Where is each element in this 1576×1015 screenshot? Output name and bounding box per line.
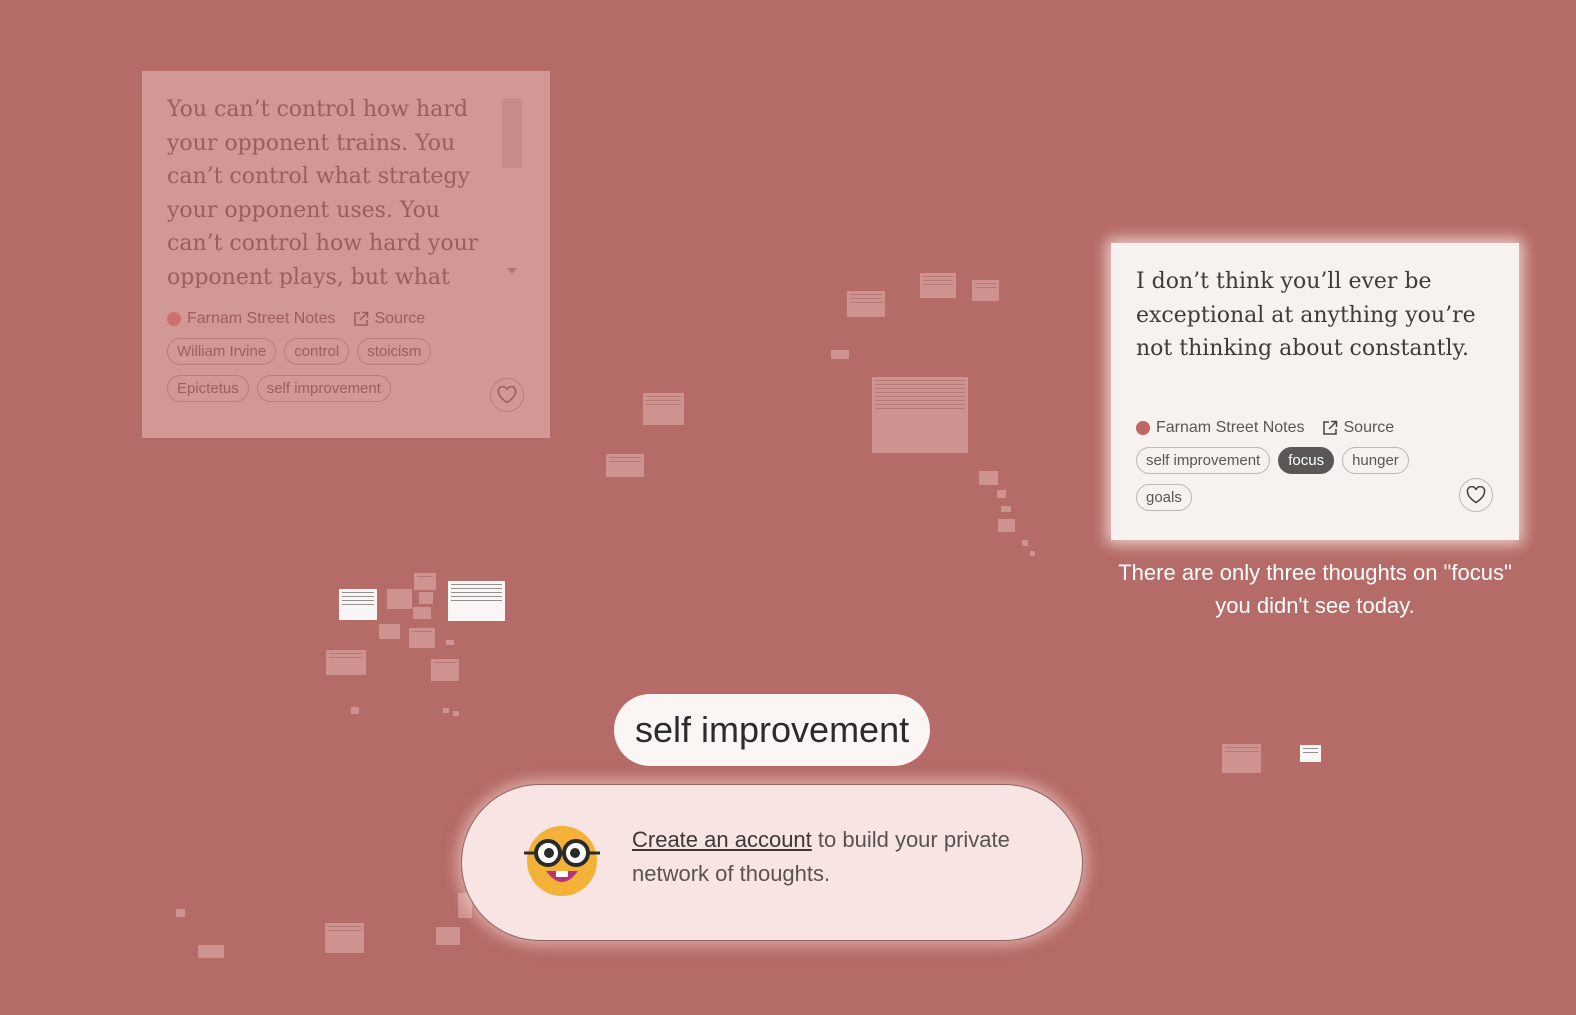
mini-thought[interactable] bbox=[847, 291, 885, 317]
source-link[interactable]: Source bbox=[1344, 419, 1395, 437]
mini-thought[interactable] bbox=[1001, 506, 1011, 512]
mini-thought[interactable] bbox=[413, 607, 431, 619]
tag-list: self improvement focus hunger goals bbox=[1136, 447, 1456, 521]
mini-thought[interactable] bbox=[448, 581, 505, 621]
mini-thought[interactable] bbox=[998, 519, 1015, 532]
tag-chip-selected[interactable]: focus bbox=[1278, 447, 1335, 474]
source-name[interactable]: Farnam Street Notes bbox=[1156, 419, 1305, 437]
mini-thought[interactable] bbox=[326, 650, 366, 675]
tag-chip[interactable]: stoicism bbox=[357, 338, 432, 365]
mini-thought[interactable] bbox=[920, 273, 956, 298]
source-dot-icon bbox=[1136, 421, 1150, 435]
mini-thought[interactable] bbox=[979, 471, 998, 485]
mini-thought[interactable] bbox=[1300, 745, 1321, 762]
tag-chip[interactable]: hunger bbox=[1342, 447, 1409, 474]
scrollbar-thumb[interactable] bbox=[502, 98, 522, 168]
mini-thought[interactable] bbox=[198, 945, 224, 958]
mini-thought[interactable] bbox=[431, 659, 459, 681]
source-link[interactable]: Source bbox=[375, 310, 426, 328]
tag-chip[interactable]: William Irvine bbox=[167, 338, 277, 365]
thought-meta: Farnam Street Notes Source bbox=[167, 310, 525, 328]
thought-quote: I don’t think you’ll ever be exceptional… bbox=[1136, 269, 1476, 361]
mini-thought[interactable] bbox=[436, 927, 460, 945]
external-link-icon[interactable] bbox=[1322, 420, 1338, 436]
thought-card-active[interactable]: I don’t think you’ll ever be exceptional… bbox=[1111, 243, 1519, 540]
mini-thought[interactable] bbox=[453, 711, 459, 716]
nerd-face-icon bbox=[522, 823, 602, 904]
mini-thought[interactable] bbox=[1022, 540, 1028, 546]
signup-banner: Create an account to build your private … bbox=[461, 784, 1083, 941]
mini-thought[interactable] bbox=[443, 708, 449, 713]
mini-thought[interactable] bbox=[972, 280, 999, 301]
mini-thought[interactable] bbox=[351, 707, 359, 714]
mini-thought[interactable] bbox=[325, 923, 364, 953]
mini-thought[interactable] bbox=[1030, 551, 1035, 556]
like-button[interactable] bbox=[490, 378, 524, 412]
tag-list: William Irvine control stoicism Epictetu… bbox=[167, 338, 487, 412]
source-dot-icon bbox=[167, 312, 181, 326]
thought-meta: Farnam Street Notes Source bbox=[1136, 419, 1494, 437]
source-name[interactable]: Farnam Street Notes bbox=[187, 310, 336, 328]
remaining-thoughts-notice: There are only three thoughts on "focus"… bbox=[1118, 560, 1512, 618]
quote-scrollbar[interactable] bbox=[502, 98, 522, 276]
mini-thought[interactable] bbox=[997, 490, 1006, 498]
mini-thought[interactable] bbox=[379, 624, 400, 639]
mini-thought[interactable] bbox=[176, 909, 185, 917]
heart-icon bbox=[497, 386, 517, 404]
scroll-down-arrow-icon[interactable] bbox=[507, 268, 517, 274]
tag-chip[interactable]: self improvement bbox=[256, 375, 391, 402]
mini-thought[interactable] bbox=[387, 589, 412, 609]
mini-thought[interactable] bbox=[339, 589, 377, 620]
mini-thought[interactable] bbox=[419, 592, 433, 604]
like-button[interactable] bbox=[1459, 478, 1493, 512]
tag-chip[interactable]: Epictetus bbox=[167, 375, 249, 402]
create-account-link[interactable]: Create an account bbox=[632, 827, 812, 852]
topic-pill[interactable]: self improvement bbox=[614, 694, 931, 766]
heart-icon bbox=[1466, 486, 1486, 504]
tag-chip[interactable]: self improvement bbox=[1136, 447, 1271, 474]
signup-message: Create an account to build your private … bbox=[632, 823, 1052, 891]
thought-quote: You can’t control how hard your opponent… bbox=[167, 97, 479, 288]
mini-thought[interactable] bbox=[643, 393, 684, 425]
mini-thought[interactable] bbox=[872, 377, 968, 453]
thought-card-faded[interactable]: You can’t control how hard your opponent… bbox=[142, 71, 550, 438]
mini-thought[interactable] bbox=[606, 454, 644, 477]
mini-thought[interactable] bbox=[1222, 744, 1261, 773]
external-link-icon[interactable] bbox=[353, 311, 369, 327]
tag-chip[interactable]: control bbox=[284, 338, 350, 365]
mini-thought[interactable] bbox=[446, 640, 454, 645]
mini-thought[interactable] bbox=[831, 350, 849, 359]
tag-chip[interactable]: goals bbox=[1136, 484, 1192, 511]
mini-thought[interactable] bbox=[409, 628, 435, 648]
mini-thought[interactable] bbox=[414, 573, 436, 590]
